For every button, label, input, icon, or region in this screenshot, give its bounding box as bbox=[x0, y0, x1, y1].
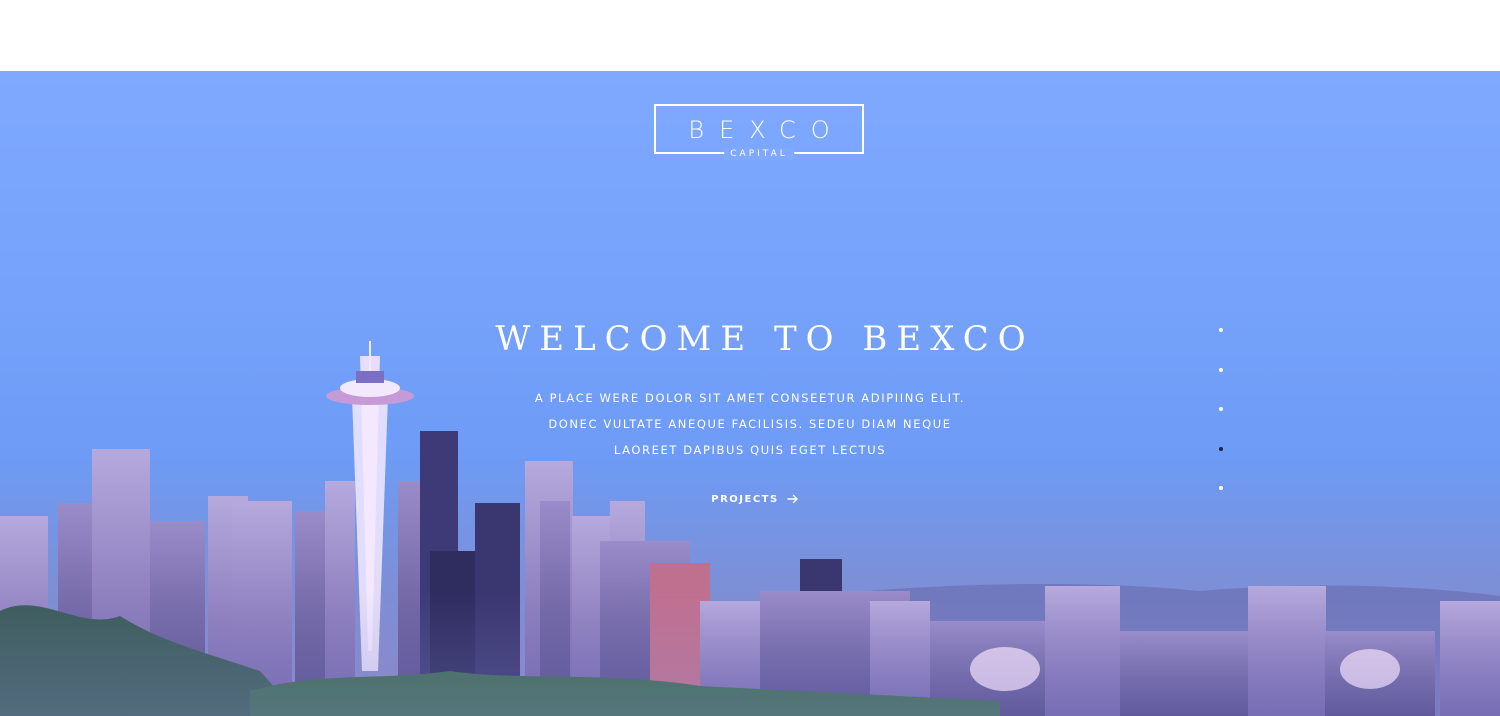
slide-dot-4[interactable] bbox=[1214, 442, 1228, 456]
projects-button-label: PROJECTS bbox=[711, 493, 779, 505]
logo-wordmark: BEXCO bbox=[688, 116, 845, 144]
slide-dot-1[interactable] bbox=[1214, 323, 1228, 337]
slide-dot-2[interactable] bbox=[1214, 363, 1228, 377]
slide-dot-5[interactable] bbox=[1214, 481, 1228, 495]
logo-subtitle: CAPITAL bbox=[724, 148, 794, 160]
top-bar bbox=[0, 0, 1500, 71]
hero-section: BEXCO CAPITAL WELCOME TO BEXCO A PLACE W… bbox=[0, 71, 1500, 716]
hero-title: WELCOME TO BEXCO bbox=[495, 319, 1035, 359]
slide-pagination bbox=[1214, 323, 1228, 521]
arrow-right-icon bbox=[787, 494, 798, 504]
hero-tagline: A PLACE WERE DOLOR SIT AMET CONSEETUR AD… bbox=[450, 385, 1050, 463]
tagline-line: DONEC VULTATE ANEQUE FACILISIS. SEDEU DI… bbox=[548, 417, 952, 431]
slide-dot-3[interactable] bbox=[1214, 402, 1228, 416]
tagline-line: A PLACE WERE DOLOR SIT AMET CONSEETUR AD… bbox=[534, 391, 966, 405]
bexco-logo[interactable]: BEXCO CAPITAL bbox=[654, 104, 864, 160]
tagline-line: LAOREET DAPIBUS QUIS EGET LECTUS bbox=[613, 443, 887, 457]
projects-button[interactable]: PROJECTS bbox=[700, 488, 810, 510]
